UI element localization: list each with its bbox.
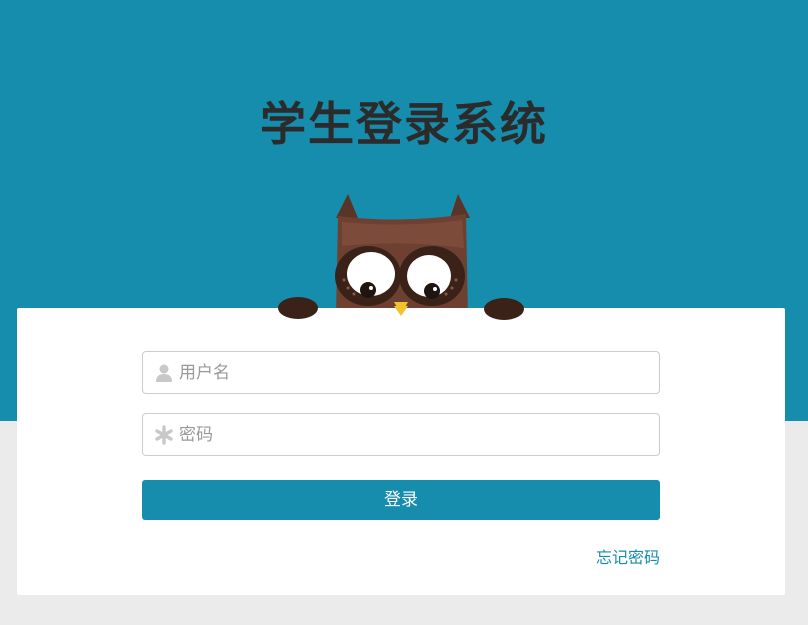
username-input[interactable] [179,352,649,393]
user-icon [156,364,172,382]
username-field[interactable] [142,351,660,394]
password-input[interactable] [179,414,649,455]
login-button[interactable]: 登录 [142,480,660,520]
password-field[interactable] [142,413,660,456]
page-title: 学生登录系统 [260,97,548,151]
owl-mascot [335,194,470,318]
forgot-password-link[interactable]: 忘记密码 [596,546,660,570]
asterisk-icon [155,425,173,445]
